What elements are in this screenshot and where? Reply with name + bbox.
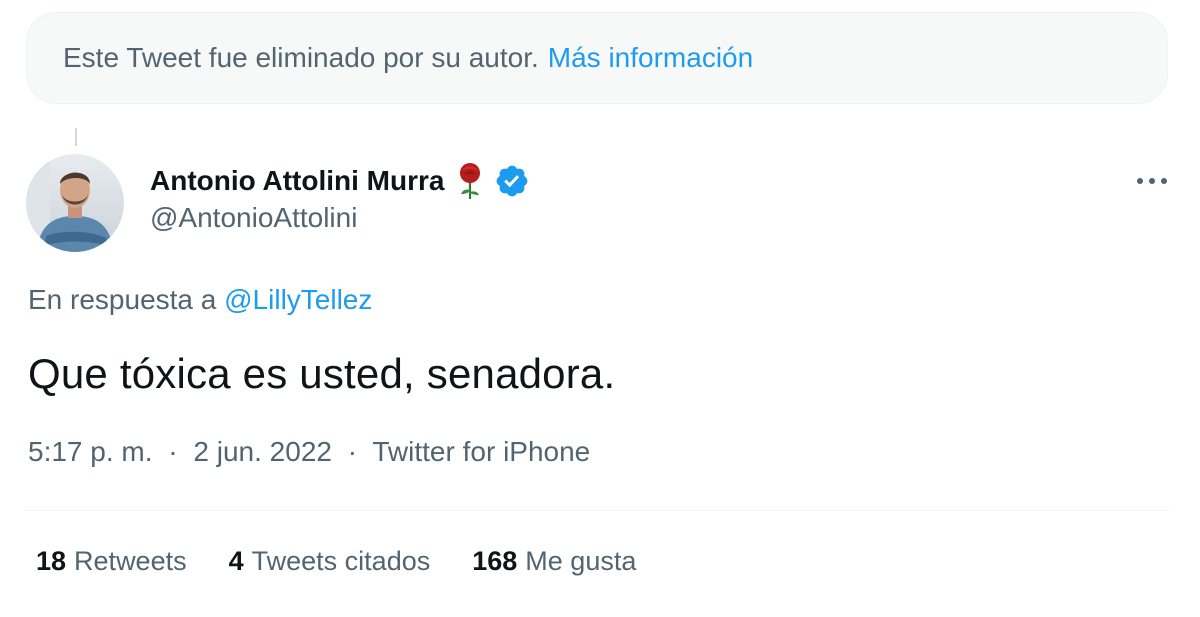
divider (26, 510, 1170, 511)
quote-tweets-label: Tweets citados (251, 546, 431, 576)
tweet-source[interactable]: Twitter for iPhone (372, 436, 590, 467)
thread-connector-line (75, 128, 77, 146)
author-display-name[interactable]: Antonio Attolini Murra (150, 165, 444, 197)
avatar-photo (26, 154, 124, 252)
tweet-text: Que tóxica es usted, senadora. (28, 350, 616, 397)
likes-label: Me gusta (525, 546, 637, 576)
more-options-button[interactable] (1124, 160, 1180, 202)
rose-icon (456, 162, 484, 200)
retweets-stat[interactable]: 18 Retweets (36, 546, 187, 577)
tweet-meta: 5:17 p. m. · 2 jun. 2022 · Twitter for i… (28, 436, 590, 468)
tweet-date[interactable]: 2 jun. 2022 (193, 436, 332, 467)
meta-separator: · (168, 436, 178, 467)
likes-stat[interactable]: 168 Me gusta (472, 546, 636, 577)
retweets-count: 18 (36, 546, 67, 576)
meta-separator: · (347, 436, 358, 467)
author-name-row: Antonio Attolini Murra (150, 160, 530, 202)
author-handle[interactable]: @AntonioAttolini (150, 202, 357, 234)
likes-count: 168 (472, 546, 518, 576)
deleted-tweet-banner: Este Tweet fue eliminado por su autor. M… (26, 12, 1168, 104)
deleted-tweet-text: Este Tweet fue eliminado por su autor. (63, 42, 539, 73)
tweet-time[interactable]: 5:17 p. m. (28, 436, 153, 467)
retweets-label: Retweets (74, 546, 187, 576)
more-info-link[interactable]: Más información (548, 42, 753, 74)
quote-tweets-stat[interactable]: 4 Tweets citados (229, 546, 431, 577)
reply-mention-link[interactable]: @LillyTellez (224, 284, 372, 315)
reply-context: En respuesta a @LillyTellez (28, 284, 372, 316)
avatar[interactable] (26, 154, 124, 252)
verified-badge-icon[interactable] (494, 163, 530, 199)
tweet-stats: 18 Retweets 4 Tweets citados 168 Me gusta (36, 546, 678, 577)
more-options-icon (1137, 178, 1167, 184)
reply-prefix: En respuesta a (28, 284, 217, 315)
quote-tweets-count: 4 (228, 546, 244, 576)
